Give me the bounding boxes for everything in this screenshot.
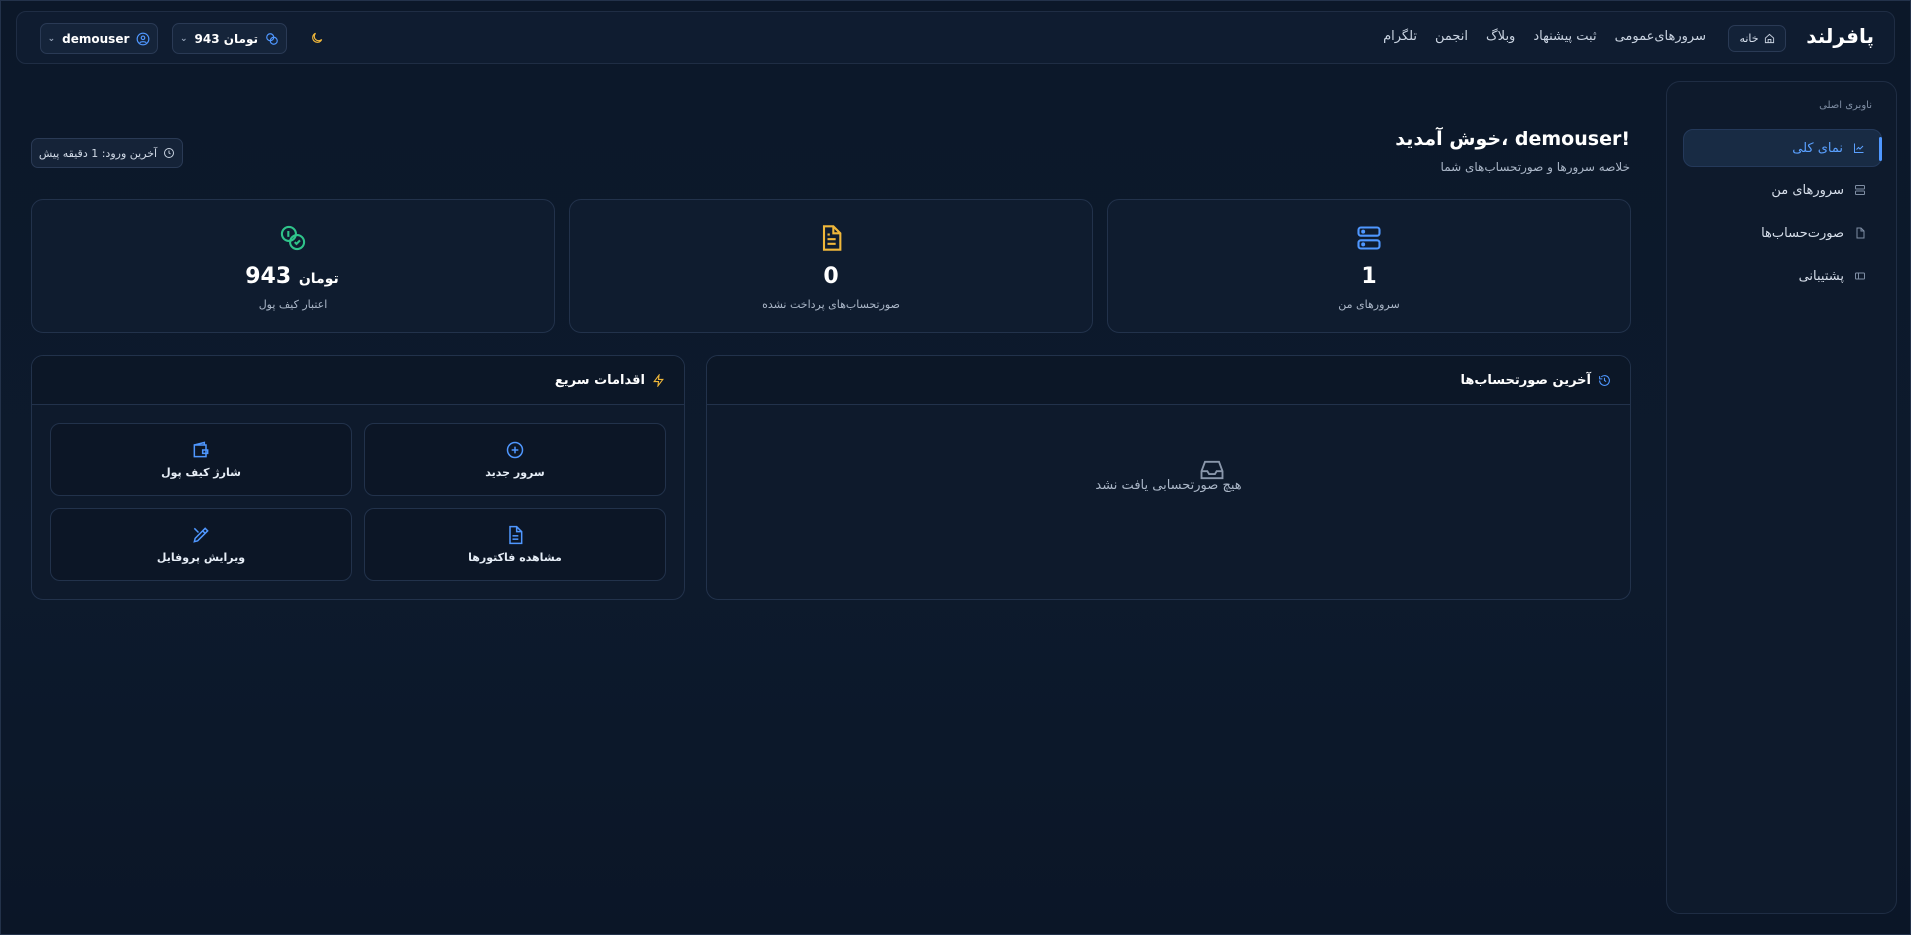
chart-icon — [1854, 143, 1864, 153]
stat-value: 1 — [1361, 264, 1377, 289]
sidebar-item-label: سرورهای من — [1771, 182, 1844, 198]
history-icon — [1599, 374, 1610, 386]
user-menu-button[interactable]: ⌄ demouser — [40, 23, 158, 54]
last-login-badge: آخرین ورود: 1 دقیقه پیش — [31, 138, 183, 168]
edit-icon — [193, 527, 209, 543]
sidebar-title: ناوبری اصلی — [1819, 100, 1872, 111]
empty-state-message: هیچ صورتحسابی یافت نشد — [1095, 478, 1242, 493]
main-nav: سرورهای‌عمومی ثبت پیشنهاد وبلاگ انجمن تل… — [1383, 29, 1706, 44]
coins-icon — [266, 32, 278, 45]
nav-link-forum[interactable]: انجمن — [1435, 29, 1468, 44]
new-server-button[interactable]: سرور جدید — [364, 423, 666, 496]
stat-label: اعتبار کیف پول — [258, 298, 328, 311]
latest-invoices-panel: آخرین صورتحساب‌ها هیچ صورتحسابی یافت نشد — [706, 355, 1631, 600]
bolt-icon — [653, 373, 664, 387]
action-label: مشاهده فاکتورها — [468, 551, 562, 564]
edit-profile-button[interactable]: ویرایش پروفایل — [50, 508, 352, 581]
wallet-balance-text: 943 تومان — [194, 31, 258, 46]
panel-header: آخرین صورتحساب‌ها — [707, 356, 1630, 405]
home-button[interactable]: خانه — [1728, 25, 1786, 52]
home-button-label: خانه — [1739, 32, 1759, 45]
file-text-icon — [509, 525, 523, 545]
sidebar: ناوبری اصلی نمای کلی سرورهای من صورت‌حسا… — [1666, 81, 1897, 914]
sidebar-item-label: پشتیبانی — [1798, 268, 1844, 284]
clock-icon — [164, 148, 175, 158]
last-login-text: آخرین ورود: 1 دقیقه پیش — [38, 146, 158, 160]
sidebar-item-overview[interactable]: نمای کلی — [1683, 129, 1882, 167]
stat-value: 0 — [823, 264, 839, 289]
nav-link-telegram[interactable]: تلگرام — [1383, 29, 1417, 44]
view-invoices-button[interactable]: مشاهده فاکتورها — [364, 508, 666, 581]
sidebar-item-label: نمای کلی — [1792, 140, 1843, 156]
empty-state: هیچ صورتحسابی یافت نشد — [707, 456, 1630, 493]
username-text: demouser — [62, 31, 130, 46]
theme-toggle-button[interactable] — [308, 29, 326, 47]
wallet-balance-button[interactable]: ⌄ 943 تومان — [172, 23, 287, 54]
action-label: سرور جدید — [485, 466, 545, 479]
panel-title: آخرین صورتحساب‌ها — [1460, 372, 1591, 388]
home-icon — [1764, 33, 1774, 44]
stat-value: 943 تومان — [245, 264, 339, 289]
server-icon — [1357, 226, 1381, 250]
user-circle-icon — [136, 32, 150, 45]
stat-card-servers[interactable]: 1 سرورهای من — [1107, 199, 1631, 333]
chevron-down-icon: ⌄ — [180, 33, 188, 44]
page-title: خوش آمدید، demouser! — [1395, 128, 1630, 150]
stat-label: صورتحساب‌های پرداخت نشده — [762, 298, 900, 311]
ticket-icon — [1855, 272, 1865, 280]
action-label: شارژ کیف پول — [161, 466, 241, 479]
panel-title: اقدامات سریع — [554, 372, 645, 388]
page-subtitle: خلاصه سرورها و صورتحساب‌های شما — [1440, 160, 1630, 174]
stat-label: سرورهای من — [1338, 298, 1400, 311]
nav-link-public-servers[interactable]: سرورهای‌عمومی — [1615, 29, 1706, 44]
file-text-icon — [822, 225, 842, 251]
nav-link-blog[interactable]: وبلاگ — [1486, 29, 1515, 44]
charge-wallet-button[interactable]: شارژ کیف پول — [50, 423, 352, 496]
top-navbar: پافرلند خانه سرورهای‌عمومی ثبت پیشنهاد و… — [16, 11, 1895, 64]
panel-header: اقدامات سریع — [32, 356, 684, 405]
chevron-down-icon: ⌄ — [47, 33, 56, 44]
stat-card-unpaid-invoices[interactable]: 0 صورتحساب‌های پرداخت نشده — [569, 199, 1093, 333]
sidebar-item-label: صورت‌حساب‌ها — [1761, 225, 1844, 241]
coins-icon — [280, 225, 306, 251]
moon-icon — [312, 32, 323, 43]
nav-link-suggestion[interactable]: ثبت پیشنهاد — [1533, 29, 1596, 44]
sidebar-item-my-servers[interactable]: سرورهای من — [1683, 171, 1882, 209]
wallet-icon — [193, 441, 209, 458]
stat-card-wallet[interactable]: 943 تومان اعتبار کیف پول — [31, 199, 555, 333]
file-icon — [1856, 227, 1865, 239]
server-icon — [1855, 185, 1865, 195]
brand-logo[interactable]: پافرلند — [1806, 24, 1874, 48]
sidebar-item-invoices[interactable]: صورت‌حساب‌ها — [1683, 214, 1882, 252]
action-label: ویرایش پروفایل — [156, 551, 246, 564]
sidebar-item-support[interactable]: پشتیبانی — [1683, 257, 1882, 295]
plus-circle-icon — [506, 441, 524, 459]
quick-actions-panel: اقدامات سریع سرور جدید شارژ کیف پول مشاه… — [31, 355, 685, 600]
